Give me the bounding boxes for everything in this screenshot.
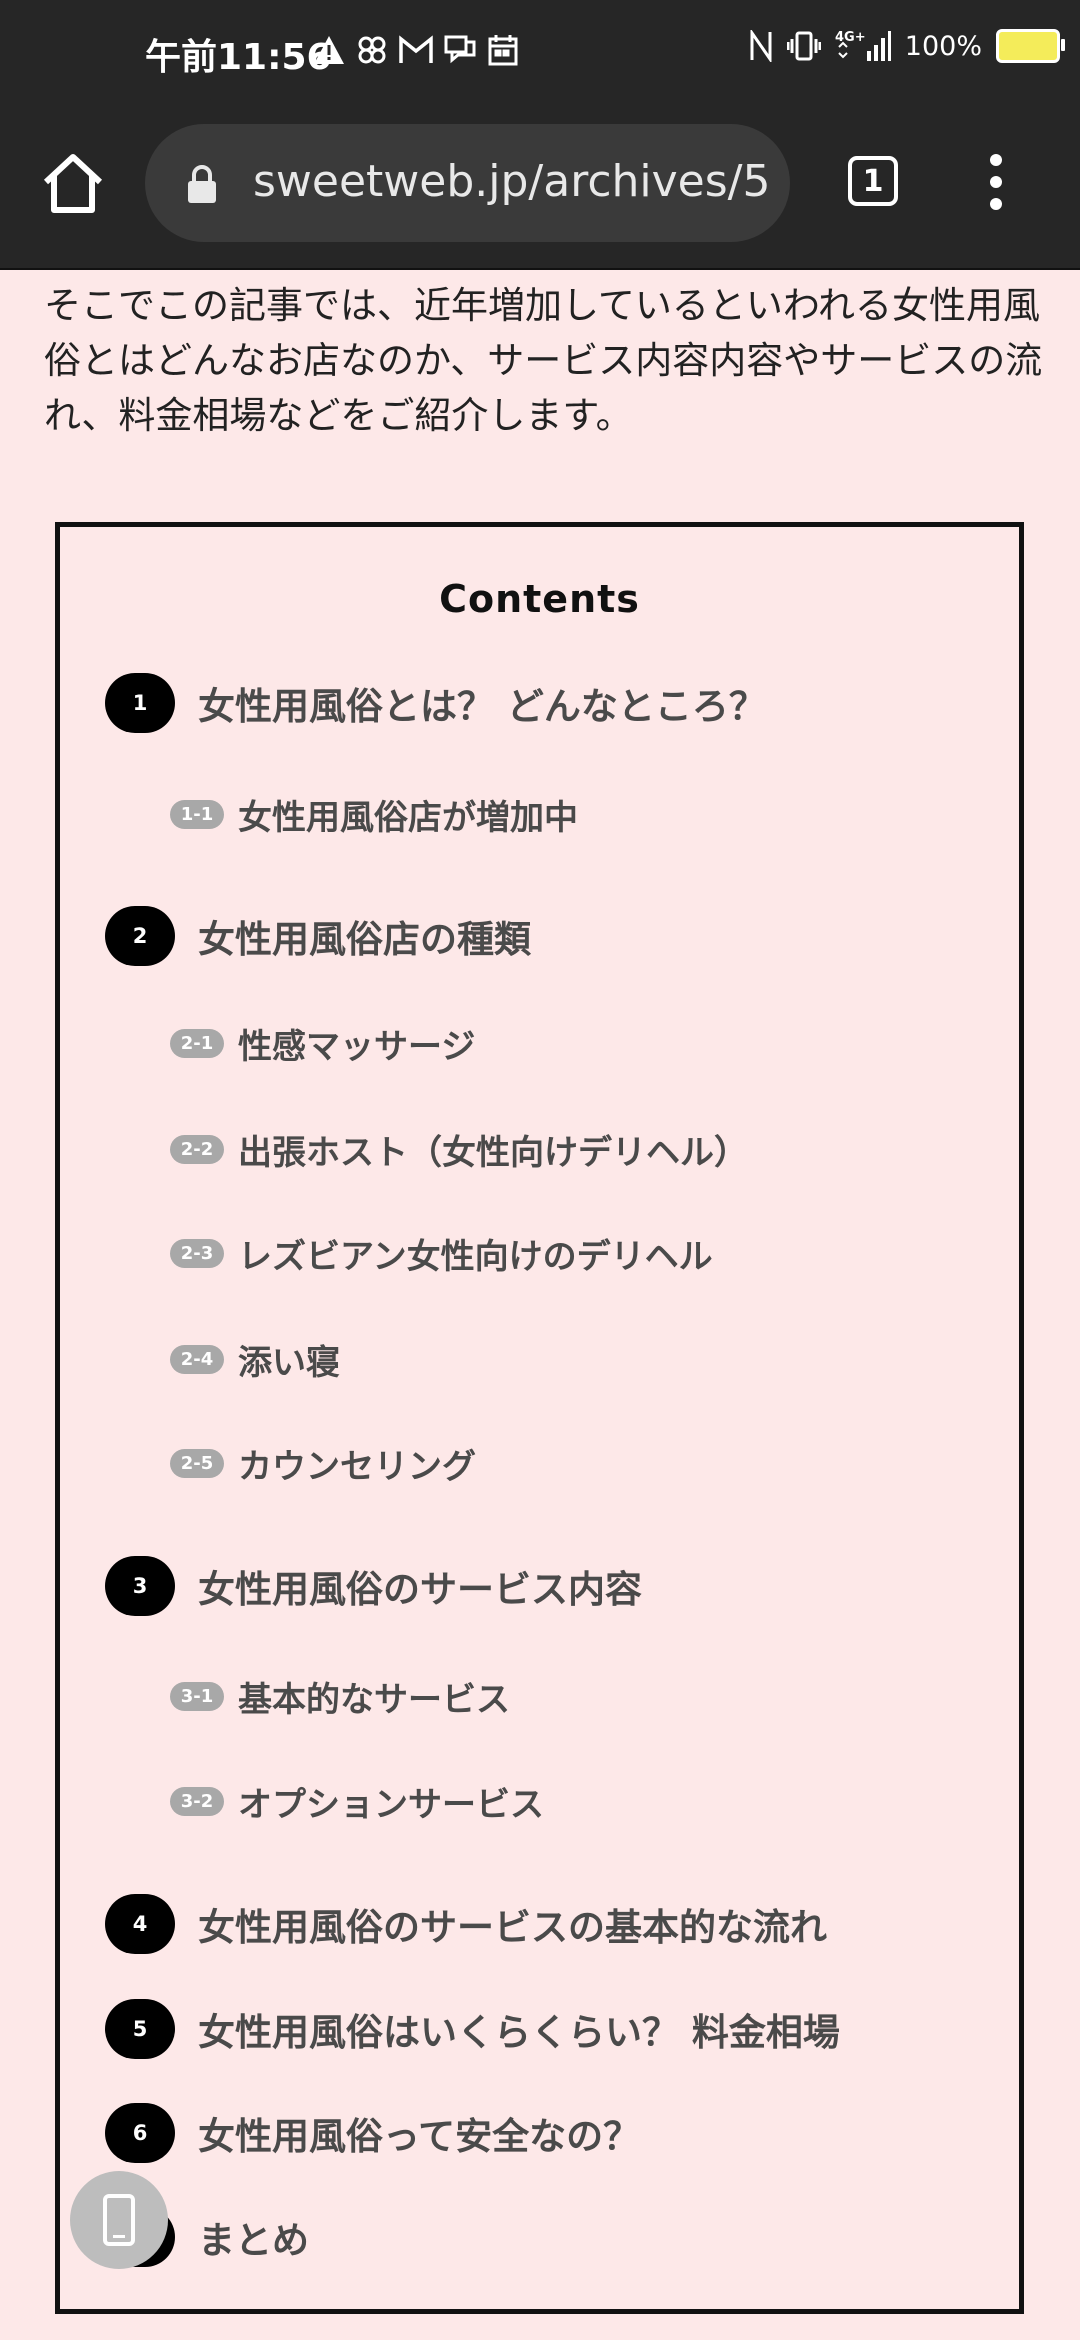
toc-number-badge: 2-1 (170, 1029, 224, 1058)
toc-link[interactable]: 添い寝 (238, 1335, 340, 1384)
toc-number-badge: 4 (105, 1894, 175, 1954)
toc-number-badge: 3-2 (170, 1787, 224, 1816)
toc-item[interactable]: 6 女性用風俗って安全なの？ (105, 2103, 640, 2163)
toc-item[interactable]: 4 女性用風俗のサービスの基本的な流れ (105, 1894, 827, 1954)
menu-button[interactable] (978, 154, 1014, 214)
calendar-icon (488, 30, 518, 70)
toc-link[interactable]: 基本的なサービス (238, 1672, 510, 1721)
toc-subitem[interactable]: 3-2 オプションサービス (170, 1777, 544, 1826)
toc-subitem[interactable]: 3-1 基本的なサービス (170, 1672, 510, 1721)
toc-title: Contents (439, 577, 640, 621)
menu-dot-icon (990, 154, 1002, 166)
url-bar[interactable]: sweetweb.jp/archives/5 (145, 124, 790, 242)
url-text: sweetweb.jp/archives/5 (253, 156, 771, 207)
toc-link[interactable]: 女性用風俗とは？ どんなところ？ (198, 676, 766, 730)
toc-number-badge: 2 (105, 906, 175, 966)
toc-number-badge: 3-1 (170, 1682, 224, 1711)
battery-icon (996, 29, 1065, 63)
home-icon (43, 154, 103, 213)
table-of-contents: Contents 1 女性用風俗とは？ どんなところ？ 1-1 女性用風俗店が増… (55, 522, 1024, 2314)
alert-icon (312, 30, 346, 70)
toc-number-badge: 2-2 (170, 1135, 224, 1164)
toc-number-badge: 3 (105, 1556, 175, 1616)
toc-item[interactable]: 5 女性用風俗はいくらくらい？ 料金相場 (105, 1999, 840, 2059)
floating-phone-button[interactable] (70, 2171, 168, 2269)
browser-toolbar: sweetweb.jp/archives/5 1 (0, 100, 1080, 270)
notification-icons (312, 30, 518, 70)
toc-number-badge: 2-5 (170, 1449, 224, 1478)
toc-number-badge: 5 (105, 1999, 175, 2059)
vibrate-icon (786, 26, 821, 66)
toc-number-badge: 2-4 (170, 1345, 224, 1374)
toc-number-badge: 2-3 (170, 1239, 224, 1268)
toc-link[interactable]: 女性用風俗のサービスの基本的な流れ (198, 1897, 827, 1951)
toc-link[interactable]: 出張ホスト（女性向けデリヘル） (238, 1125, 748, 1174)
menu-dot-icon (990, 198, 1002, 210)
toc-link[interactable]: 女性用風俗店の種類 (198, 909, 531, 963)
toc-subitem[interactable]: 1-1 女性用風俗店が増加中 (170, 790, 578, 839)
toc-link[interactable]: 性感マッサージ (238, 1019, 475, 1068)
toc-subitem[interactable]: 2-4 添い寝 (170, 1335, 340, 1384)
toc-link[interactable]: レズビアン女性向けのデリヘル (238, 1229, 713, 1278)
toc-link[interactable]: 女性用風俗はいくらくらい？ 料金相場 (198, 2002, 840, 2056)
toc-subitem[interactable]: 2-1 性感マッサージ (170, 1019, 475, 1068)
chat-icon (444, 30, 478, 70)
phone-icon (103, 2194, 135, 2246)
menu-dot-icon (990, 176, 1002, 188)
toc-item[interactable]: 3 女性用風俗のサービス内容 (105, 1556, 642, 1616)
battery-percent: 100% (904, 30, 982, 62)
toc-link[interactable]: 女性用風俗って安全なの？ (198, 2106, 640, 2160)
toc-subitem[interactable]: 2-3 レズビアン女性向けのデリヘル (170, 1229, 713, 1278)
toc-link[interactable]: 女性用風俗店が増加中 (238, 790, 578, 839)
toc-link[interactable]: カウンセリング (238, 1439, 476, 1488)
toc-link[interactable]: オプションサービス (238, 1777, 544, 1826)
toc-number-badge: 6 (105, 2103, 175, 2163)
signal-icon: 4G+ (835, 26, 891, 66)
toc-link[interactable]: 女性用風俗のサービス内容 (198, 1559, 642, 1613)
toc-number-badge: 1 (105, 673, 175, 733)
status-time: 午前11:56 (145, 37, 332, 78)
svg-text:4G+: 4G+ (835, 30, 866, 45)
status-bar: 午前11:56 4G+ 100% (0, 0, 1080, 100)
home-button[interactable] (38, 148, 108, 218)
toc-subitem[interactable]: 2-2 出張ホスト（女性向けデリヘル） (170, 1125, 748, 1174)
toc-item[interactable]: 2 女性用風俗店の種類 (105, 906, 531, 966)
toc-subitem[interactable]: 2-5 カウンセリング (170, 1439, 476, 1488)
article-intro: そこでこの記事では、近年増加しているといわれる女性用風俗とはどんなお店なのか、サ… (44, 284, 1043, 437)
nfc-icon (749, 26, 773, 66)
toc-link[interactable]: まとめ (198, 2210, 309, 2264)
tab-switcher-button[interactable]: 1 (848, 156, 898, 206)
pinwheel-icon (356, 30, 388, 70)
gmail-icon (398, 30, 434, 70)
lock-icon (185, 164, 219, 208)
status-right: 4G+ 100% (749, 26, 1065, 66)
toc-number-badge: 1-1 (170, 800, 224, 829)
toc-item[interactable]: 1 女性用風俗とは？ どんなところ？ (105, 673, 766, 733)
